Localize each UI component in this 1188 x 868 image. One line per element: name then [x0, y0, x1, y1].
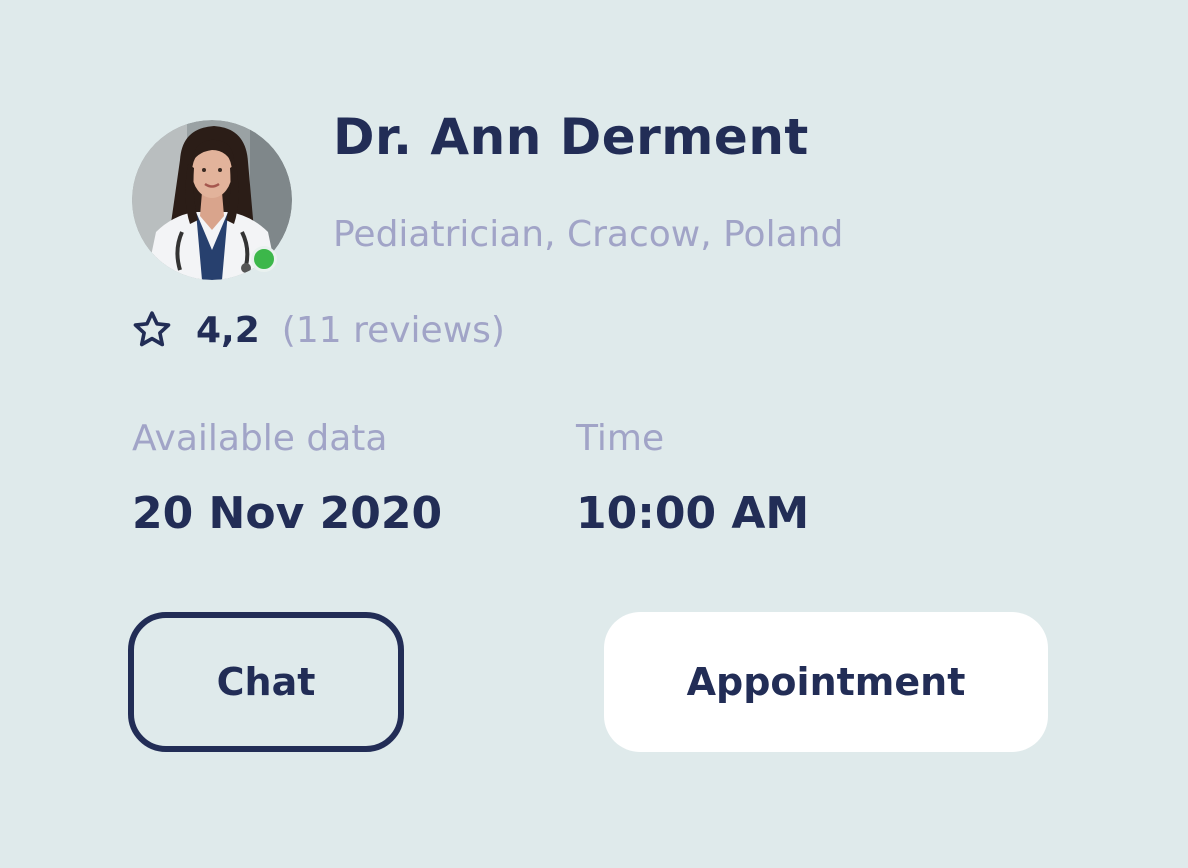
reviews-count: (11 reviews) [281, 309, 505, 351]
doctor-card: Dr. Ann Derment Pediatrician, Cracow, Po… [0, 0, 1188, 868]
time-value: 10:00 AM [576, 488, 810, 539]
chat-button-label: Chat [216, 660, 316, 704]
available-date-label: Available data [132, 418, 388, 459]
avatar [132, 120, 292, 280]
appointment-button[interactable]: Appointment [604, 612, 1048, 752]
doctor-name: Dr. Ann Derment [333, 108, 809, 166]
appointment-button-label: Appointment [686, 660, 966, 704]
rating-row: 4,2 (11 reviews) [130, 306, 505, 354]
rating-value: 4,2 [196, 309, 260, 351]
doctor-specialty: Pediatrician, Cracow, Poland [333, 214, 844, 255]
chat-button[interactable]: Chat [128, 612, 404, 752]
time-label: Time [576, 418, 665, 459]
available-date-value: 20 Nov 2020 [132, 488, 443, 539]
online-status-dot [251, 246, 277, 272]
star-outline-icon [133, 311, 171, 347]
